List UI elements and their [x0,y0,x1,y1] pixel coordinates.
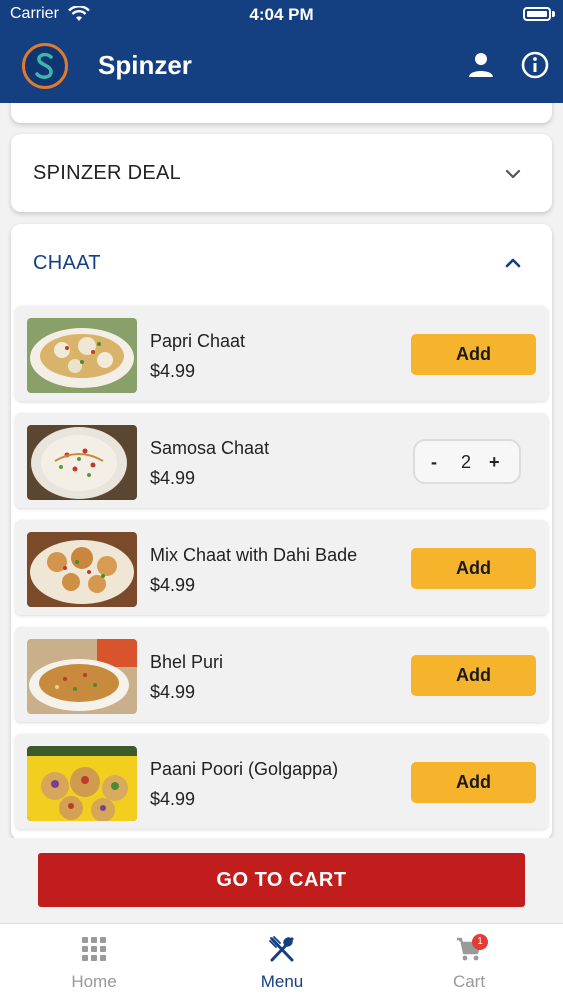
decrease-quantity-button[interactable]: - [431,452,437,473]
add-button[interactable]: Add [411,334,536,375]
item-name: Bhel Puri [150,652,224,672]
menu-item[interactable]: Bhel Puri $4.99 Add [15,627,548,722]
app-logo [22,43,68,89]
menu-scroll-area[interactable]: SPINZER DEAL CHAAT Papri Chaat $4.99 Add… [0,103,563,838]
item-price: $4.99 [150,468,196,488]
item-price: $4.99 [150,361,196,381]
add-button[interactable]: Add [411,548,536,589]
app-header-bar: Carrier 4:04 PM Spinzer [0,0,563,103]
bottom-tab-bar: Home Menu 1 Cart [0,923,563,1000]
go-to-cart-button[interactable]: GO TO CART [38,853,525,907]
food-image [27,318,137,393]
logo-s-icon [35,52,53,79]
grid-icon [82,937,106,961]
menu-item[interactable]: Mix Chaat with Dahi Bade $4.99 Add [15,520,548,615]
category-spinzer-deal[interactable]: SPINZER DEAL [11,134,552,212]
user-profile-icon[interactable] [466,50,496,80]
item-name: Paani Poori (Golgappa) [150,759,339,779]
quantity-stepper: - 2 + [413,439,521,484]
tab-home[interactable]: Home [19,924,169,1000]
food-image [27,425,137,500]
utensils-icon [269,936,294,962]
item-price: $4.99 [150,682,196,702]
status-bar: Carrier 4:04 PM [0,0,563,30]
tab-cart[interactable]: 1 Cart [394,924,544,1000]
chevron-down-icon[interactable] [502,163,524,185]
status-time: 4:04 PM [249,5,314,24]
category-label[interactable]: CHAAT [33,252,101,275]
item-name: Mix Chaat with Dahi Bade [150,545,358,565]
food-image [27,746,137,821]
food-image [27,532,137,607]
tab-menu[interactable]: Menu [207,924,357,1000]
category-chaat: CHAAT Papri Chaat $4.99 Add Samosa Chaat… [11,224,552,838]
chevron-up-icon[interactable] [502,252,524,274]
menu-item[interactable]: Samosa Chaat $4.99 - 2 + [15,413,548,508]
previous-category-card[interactable] [11,103,552,123]
tab-label: Home [71,972,117,991]
tab-label: Menu [260,972,304,991]
menu-item[interactable]: Papri Chaat $4.99 Add [15,306,548,401]
item-price: $4.99 [150,789,196,809]
item-name: Samosa Chaat [150,438,270,458]
battery-tip [552,11,555,17]
food-image [27,639,137,714]
quantity-value: 2 [461,452,472,472]
info-icon[interactable] [520,50,550,80]
navigation-header: Spinzer [0,30,563,103]
tab-label: Cart [452,972,486,991]
battery-icon [523,7,551,21]
cart-count-badge: 1 [472,934,488,950]
app-title: Spinzer [98,50,192,80]
category-label: SPINZER DEAL [33,162,182,184]
item-price: $4.99 [150,575,196,595]
menu-item[interactable]: Paani Poori (Golgappa) $4.99 Add [15,734,548,829]
item-name: Papri Chaat [150,331,246,351]
increase-quantity-button[interactable]: + [489,452,500,473]
add-button[interactable]: Add [411,655,536,696]
add-button[interactable]: Add [411,762,536,803]
